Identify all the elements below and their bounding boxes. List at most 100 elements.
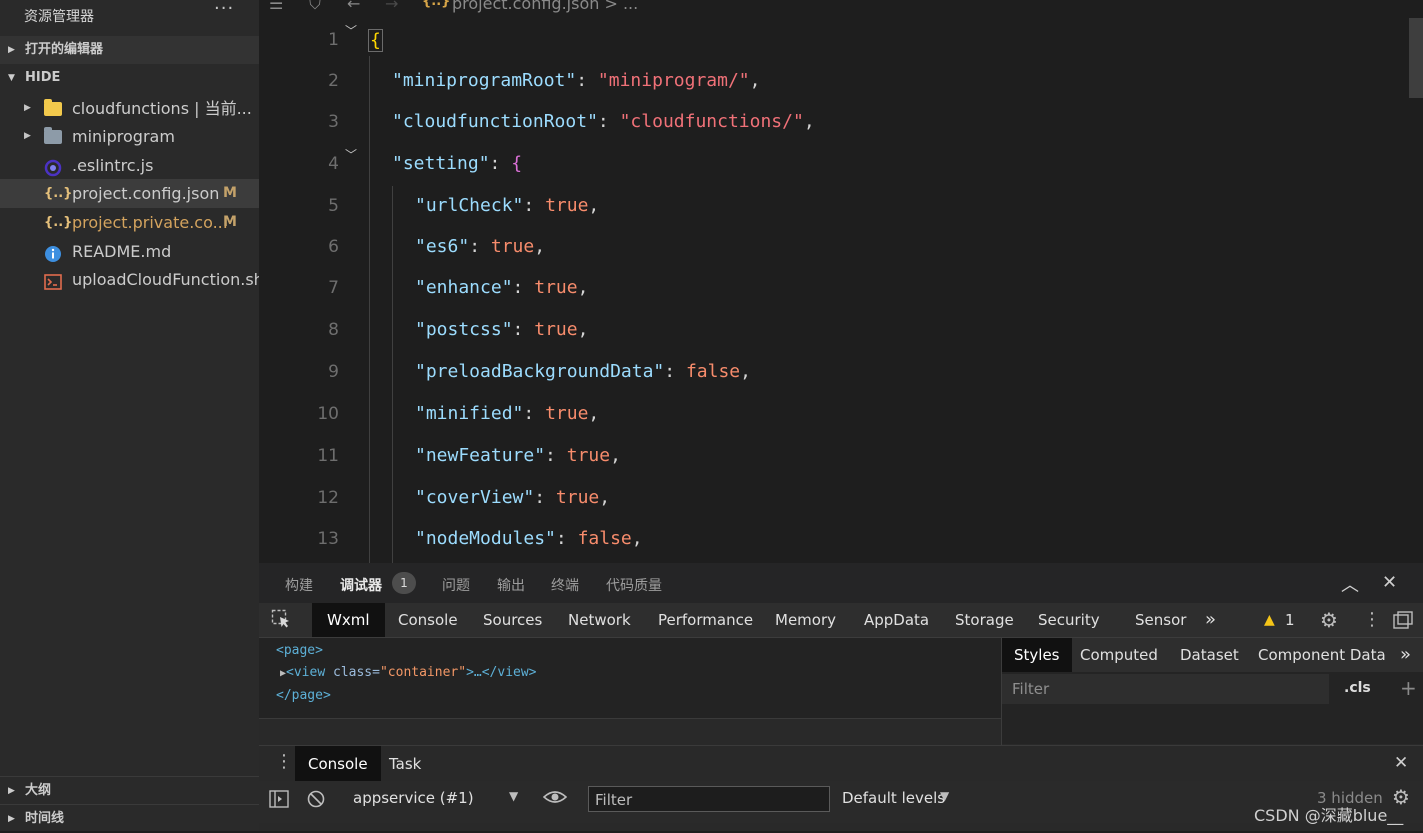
eslint-icon [44,157,62,177]
tab-computed[interactable]: Computed [1080,638,1158,672]
json-icon: {..} [422,0,451,9]
log-levels-dropdown[interactable]: Default levels [842,789,945,807]
tab-sensor[interactable]: Sensor [1135,603,1186,637]
modified-badge: M [223,185,237,201]
tree-node-page[interactable]: <page> [276,643,323,658]
chevron-right-icon: ▶ [8,45,15,55]
tab-problems[interactable]: 问题 [442,575,470,595]
chevron-down-icon: ▼ [8,73,15,83]
chevron-up-icon[interactable]: ︿ [1341,571,1359,597]
tab-output[interactable]: 输出 [497,575,525,595]
tab-task[interactable]: Task [389,746,421,782]
kebab-menu-icon[interactable]: ⋮ [1363,603,1381,637]
project-section[interactable]: ▼ HIDE [0,64,259,92]
context-selector[interactable]: appservice (#1) [353,789,474,807]
styles-filter-input[interactable]: Filter [1002,674,1329,704]
tab-component-data[interactable]: Component Data [1258,638,1386,672]
clear-console-icon[interactable] [307,790,325,812]
eye-icon[interactable] [542,788,568,810]
styles-tabs: Styles Computed Dataset Component Data » [1002,638,1423,672]
tab-dataset[interactable]: Dataset [1180,638,1239,672]
styles-pane: Styles Computed Dataset Component Data »… [1002,638,1423,744]
tab-styles[interactable]: Styles [1002,638,1072,672]
more-tabs-icon[interactable]: » [1205,603,1216,637]
open-editors-section[interactable]: ▶ 打开的编辑器 [0,36,259,64]
line-number: 2 [328,71,339,91]
gear-icon[interactable]: ⚙ [1320,603,1338,637]
tab-wxml[interactable]: Wxml [312,603,385,637]
project-label: HIDE [25,70,61,85]
forward-arrow-icon[interactable]: → [385,0,398,13]
back-arrow-icon[interactable]: ← [347,0,360,13]
sidebar-toggle-icon[interactable] [269,790,289,812]
explorer-title: 资源管理器 [24,9,94,25]
json-icon: {..} [44,215,73,230]
tab-code-quality[interactable]: 代码质量 [606,575,662,595]
chevron-down-icon[interactable]: ▼ [940,789,949,803]
cls-toggle-button[interactable]: .cls [1344,680,1371,696]
tab-security[interactable]: Security [1038,603,1100,637]
tab-build[interactable]: 构建 [285,575,313,595]
tab-debugger[interactable]: 调试器 [340,575,382,595]
tree-node-page-close[interactable]: </page> [276,688,331,703]
fold-chevron-icon[interactable]: ﹀ [345,22,357,39]
dock-icon[interactable] [1393,611,1413,633]
line-number: 12 [317,488,339,508]
list-icon[interactable]: ☰ [269,0,283,13]
file-item-project-config[interactable]: {..} project.config.json M [0,179,259,208]
add-rule-icon[interactable]: + [1400,676,1417,700]
line-number: 11 [317,446,339,466]
json-icon: {..} [44,186,73,201]
tree-node-view[interactable]: ▶<view class="container">…</view> [280,665,537,680]
outline-label: 大纲 [25,783,52,798]
file-name: project.private.co... [72,213,228,232]
file-item-miniprogram[interactable]: ▶ miniprogram [0,122,259,151]
bottom-panel: 构建 调试器 1 问题 输出 终端 代码质量 ︿ ✕ Wxml Console … [259,563,1423,831]
fold-chevron-icon[interactable]: ﹀ [345,146,357,163]
editor-scrollbar[interactable] [1409,18,1423,98]
tab-storage[interactable]: Storage [955,603,1014,637]
panel-tabs: 构建 调试器 1 问题 输出 终端 代码质量 ︿ ✕ [259,563,1423,603]
file-name: cloudfunctions | 当前... [72,99,252,118]
close-icon[interactable]: ✕ [1382,572,1397,593]
file-item-eslintrc[interactable]: .eslintrc.js [0,151,259,180]
file-item-readme[interactable]: README.md [0,237,259,266]
tab-performance[interactable]: Performance [658,603,753,637]
console-filter-input[interactable]: Filter [588,786,830,812]
warning-icon[interactable]: ▲ [1264,603,1275,637]
line-number: 13 [317,529,339,549]
file-name: miniprogram [72,127,175,146]
file-item-upload-sh[interactable]: uploadCloudFunction.sh [0,265,264,294]
file-item-cloudfunctions[interactable]: ▶ cloudfunctions | 当前... [0,94,259,123]
close-icon[interactable]: ✕ [1394,753,1408,773]
line-number: 7 [328,278,339,298]
more-actions-icon[interactable]: ··· [214,0,234,19]
bookmark-icon[interactable]: ⛉ [309,0,321,14]
line-number: 4 [328,154,339,174]
warning-count: 1 [1285,611,1295,629]
outline-section[interactable]: ▶ 大纲 [0,776,259,805]
timeline-section[interactable]: ▶ 时间线 [0,804,259,833]
file-item-project-private[interactable]: {..} project.private.co... M [0,208,259,237]
kebab-menu-icon[interactable]: ⋮ [275,751,293,772]
chevron-right-icon: ▶ [8,786,15,796]
tab-network[interactable]: Network [568,603,631,637]
tab-console[interactable]: Console [295,746,381,782]
tab-console[interactable]: Console [398,603,458,637]
line-number: 3 [328,112,339,132]
wxml-tree[interactable]: <page> ▶<view class="container">…</view>… [259,638,1001,718]
inspect-element-icon[interactable] [271,609,291,633]
tab-terminal[interactable]: 终端 [551,575,579,595]
code-editor[interactable]: ☰ ⛉ ← → {..} project.config.json > ... 1… [259,0,1423,563]
tab-sources[interactable]: Sources [483,603,542,637]
timeline-label: 时间线 [25,811,65,826]
chevron-down-icon[interactable]: ▼ [509,789,518,803]
modified-badge: M [223,214,237,230]
tab-appdata[interactable]: AppData [864,603,929,637]
chevron-right-icon: ▶ [24,103,31,113]
breadcrumb[interactable]: project.config.json > ... [452,0,638,13]
code-line: "es6": true, [415,236,546,257]
tab-memory[interactable]: Memory [775,603,836,637]
indent-guide [369,56,370,563]
more-tabs-icon[interactable]: » [1400,638,1411,672]
